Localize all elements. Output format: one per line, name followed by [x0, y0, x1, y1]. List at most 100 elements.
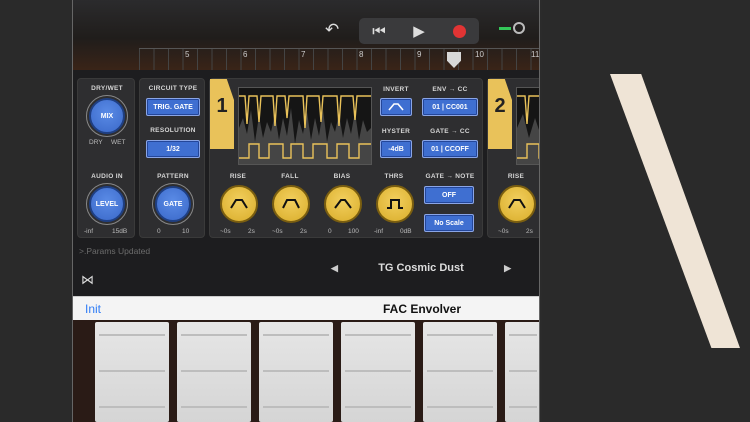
rise-2-label: RISE — [507, 173, 525, 180]
fall-min: ~0s — [272, 228, 283, 235]
ruler-mark: 11 — [531, 50, 540, 59]
top-bar: ↶ ⏮ ▶ 5 6 7 8 9 10 11 — [73, 0, 540, 70]
background-left — [0, 0, 72, 422]
rise-max: 2s — [248, 228, 255, 235]
key-pad[interactable] — [259, 322, 333, 422]
pattern-label: PATTERN — [157, 173, 189, 180]
thrs-min: -inf — [374, 228, 384, 235]
resolution-button[interactable]: 1/32 — [146, 140, 200, 158]
key-pad[interactable] — [423, 322, 497, 422]
ruler-mark: 7 — [301, 50, 306, 59]
bias-shape-icon — [334, 199, 352, 209]
circuit-type-label: CIRCUIT TYPE — [148, 85, 198, 92]
keyboard-area — [73, 320, 539, 422]
fall-shape-icon — [282, 199, 300, 209]
fall-label: FALL — [281, 173, 299, 180]
audioin-min: -inf — [84, 228, 94, 235]
bowtie-icon[interactable]: ⋈ — [81, 272, 94, 288]
rise-label: RISE — [229, 173, 247, 180]
gate-cc-button[interactable]: 01 | CCOFF — [422, 140, 478, 158]
thrs-shape-icon — [387, 199, 403, 209]
pattern-min: 0 — [157, 228, 161, 235]
resolution-label: RESOLUTION — [150, 127, 196, 134]
hyster-label: HYSTER — [381, 128, 411, 135]
audioin-max: 15dB — [112, 228, 128, 235]
bias-knob[interactable] — [324, 185, 362, 223]
timeline-ruler[interactable]: 5 6 7 8 9 10 11 — [139, 48, 540, 70]
thrs-max: 0dB — [400, 228, 412, 235]
gate-note-label: GATE → NOTE — [425, 173, 475, 180]
ruler-mark: 9 — [417, 50, 422, 59]
scale-button[interactable]: No Scale — [424, 214, 474, 232]
rise-2-knob[interactable] — [498, 185, 536, 223]
slot-2-panel: 2 RISE ~0s 2s — [487, 78, 539, 238]
record-button[interactable] — [445, 20, 473, 42]
thrs-label: THRS — [384, 173, 404, 180]
background-right — [542, 0, 750, 422]
gate-cc-label: GATE → CC — [430, 128, 470, 135]
preset-name[interactable]: TG Cosmic Dust — [378, 262, 464, 274]
bias-label: BIAS — [333, 173, 351, 180]
plugin-panel: DRY/WET MIX DRY WET AUDIO IN LEVEL -inf … — [77, 78, 539, 242]
waveform-scope-2 — [516, 87, 539, 165]
gate-knob[interactable]: GATE — [155, 186, 191, 222]
preset-selector: ◀ TG Cosmic Dust ▶ — [331, 262, 511, 274]
status-text: >.Params Updated — [79, 246, 151, 256]
invert-label: INVERT — [383, 86, 409, 93]
slot-1-panel: 1 INVERT HYSTER -4dB ENV → CC 01 | CC001… — [209, 78, 483, 238]
rise-2-shape-icon — [508, 199, 526, 209]
preset-prev-button[interactable]: ◀ — [331, 263, 338, 274]
drywet-min: DRY — [89, 139, 103, 146]
preset-next-button[interactable]: ▶ — [504, 263, 511, 274]
envelope-shape-icon — [388, 103, 404, 111]
circuit-type-button[interactable]: TRIG. GATE — [146, 98, 200, 116]
transport-controls: ⏮ ▶ — [359, 18, 479, 44]
slot-2-number: 2 — [488, 79, 512, 149]
key-pad[interactable] — [341, 322, 415, 422]
waveform-graphic-2 — [517, 95, 539, 164]
key-pad[interactable] — [95, 322, 169, 422]
rise-min: ~0s — [220, 228, 231, 235]
drywet-label: DRY/WET — [91, 85, 123, 92]
ruler-mark: 8 — [359, 50, 364, 59]
bias-min: 0 — [328, 228, 332, 235]
volume-level-bar — [499, 26, 511, 30]
volume-slider[interactable] — [499, 22, 525, 34]
level-knob[interactable]: LEVEL — [89, 186, 125, 222]
audioin-label: AUDIO IN — [91, 173, 123, 180]
ruler-mark: 10 — [475, 50, 484, 59]
rise-2-min: ~0s — [498, 228, 509, 235]
ruler-mark: 6 — [243, 50, 248, 59]
env-cc-button[interactable]: 01 | CC001 — [422, 98, 478, 116]
rise-2-max: 2s — [526, 228, 533, 235]
key-pad[interactable] — [177, 322, 251, 422]
plugin-header: Init FAC Envolver — [73, 296, 539, 320]
record-icon — [452, 24, 466, 38]
undo-icon[interactable]: ↶ — [325, 20, 339, 40]
waveform-scope — [238, 87, 372, 165]
pattern-max: 10 — [182, 228, 190, 235]
slot-1-number: 1 — [210, 79, 234, 149]
volume-knob[interactable] — [513, 22, 525, 34]
circuit-panel: CIRCUIT TYPE TRIG. GATE RESOLUTION 1/32 … — [139, 78, 205, 238]
rise-shape-icon — [230, 199, 248, 209]
fall-max: 2s — [300, 228, 307, 235]
plugin-title: FAC Envolver — [383, 302, 462, 316]
input-panel: DRY/WET MIX DRY WET AUDIO IN LEVEL -inf … — [77, 78, 135, 238]
bias-max: 100 — [348, 228, 359, 235]
invert-button[interactable] — [380, 98, 412, 116]
hyster-button[interactable]: -4dB — [380, 140, 412, 158]
app-window: ↶ ⏮ ▶ 5 6 7 8 9 10 11 DRY/WET MIX DRY WE… — [72, 0, 540, 422]
init-button[interactable]: Init — [85, 302, 101, 316]
ruler-mark: 5 — [185, 50, 190, 59]
rise-knob[interactable] — [220, 185, 258, 223]
drywet-max: WET — [111, 139, 126, 146]
fall-knob[interactable] — [272, 185, 310, 223]
play-button[interactable]: ▶ — [405, 20, 433, 42]
rewind-button[interactable]: ⏮ — [365, 20, 393, 42]
mix-knob[interactable]: MIX — [89, 98, 125, 134]
key-pad[interactable] — [505, 322, 539, 422]
thrs-knob[interactable] — [376, 185, 414, 223]
waveform-graphic — [239, 95, 371, 164]
gate-note-button[interactable]: OFF — [424, 186, 474, 204]
